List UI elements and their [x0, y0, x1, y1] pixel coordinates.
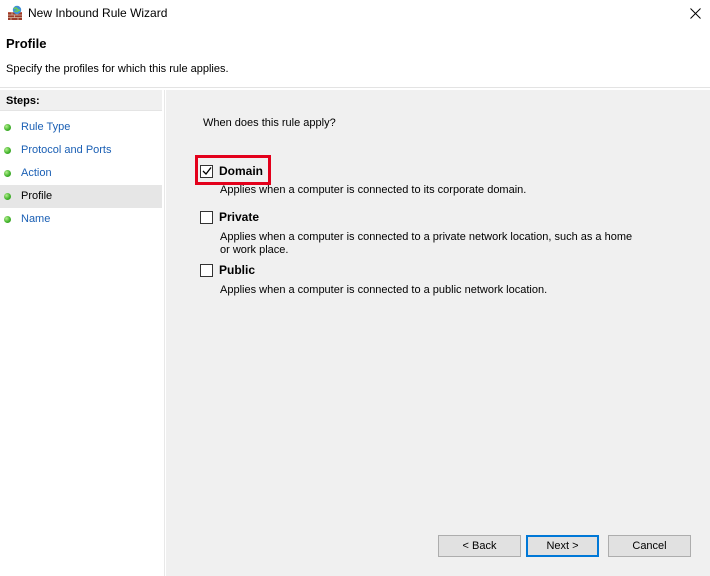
step-rule-type[interactable]: Rule Type — [0, 116, 162, 139]
page-subtitle: Specify the profiles for which this rule… — [6, 63, 229, 75]
back-button[interactable]: < Back — [438, 535, 521, 557]
private-label[interactable]: Private — [219, 210, 259, 224]
close-button[interactable] — [680, 0, 710, 27]
step-label: Name — [21, 213, 51, 225]
main-panel: When does this rule apply? Domain Applie… — [166, 90, 710, 576]
steps-header: Steps: — [0, 90, 162, 111]
next-button[interactable]: Next > — [526, 535, 599, 557]
step-label: Action — [21, 167, 52, 179]
step-label: Profile — [21, 190, 53, 202]
step-action[interactable]: Action — [0, 162, 162, 185]
green-dot-icon — [4, 147, 11, 154]
question-text: When does this rule apply? — [203, 117, 336, 129]
public-checkbox[interactable] — [200, 264, 213, 277]
private-description: Applies when a computer is connected to … — [220, 231, 633, 256]
sidebar-divider — [164, 90, 165, 576]
header-divider — [0, 87, 710, 88]
steps-label: Steps: — [6, 95, 40, 107]
public-label[interactable]: Public — [219, 263, 255, 277]
steps-sidebar: Steps: Rule Type Protocol and Ports Acti… — [0, 90, 165, 576]
domain-label[interactable]: Domain — [219, 164, 263, 178]
check-mark-icon — [202, 167, 212, 175]
step-name[interactable]: Name — [0, 208, 162, 231]
page-title: Profile — [6, 36, 47, 51]
wizard-window: New Inbound Rule Wizard Profile Specify … — [0, 0, 710, 576]
close-icon — [689, 8, 701, 19]
green-dot-icon — [4, 124, 11, 131]
wizard-header: Profile Specify the profiles for which t… — [0, 27, 710, 87]
public-description: Applies when a computer is connected to … — [220, 284, 548, 296]
title-bar: New Inbound Rule Wizard — [0, 0, 710, 27]
step-protocol-and-ports[interactable]: Protocol and Ports — [0, 139, 162, 162]
step-label: Rule Type — [21, 121, 71, 133]
step-label: Protocol and Ports — [21, 144, 112, 156]
green-dot-icon — [4, 216, 11, 223]
step-profile: Profile — [0, 185, 162, 208]
window-title: New Inbound Rule Wizard — [28, 6, 168, 20]
firewall-wall-icon — [8, 5, 22, 20]
private-checkbox[interactable] — [200, 211, 213, 224]
green-dot-icon — [4, 193, 11, 200]
domain-description: Applies when a computer is connected to … — [220, 184, 527, 196]
cancel-button[interactable]: Cancel — [608, 535, 691, 557]
green-dot-icon — [4, 170, 11, 177]
domain-checkbox[interactable] — [200, 165, 213, 178]
